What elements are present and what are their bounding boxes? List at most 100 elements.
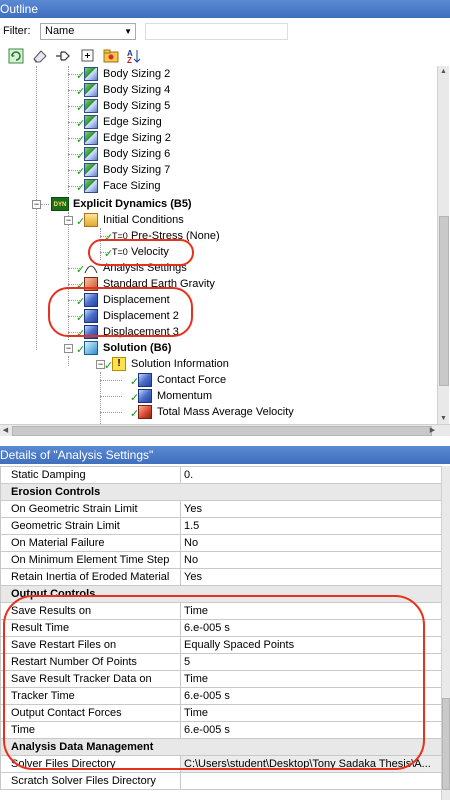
probe-icon	[138, 373, 152, 387]
scroll-left-icon[interactable]: ◀	[0, 425, 11, 436]
grid-row[interactable]: Geometric Strain Limit 1.5	[0, 517, 441, 535]
solution-information-icon: !	[112, 357, 126, 371]
property-label: On Geometric Strain Limit	[0, 500, 181, 518]
property-label: Save Result Tracker Data on	[0, 670, 181, 688]
property-value[interactable]: No	[180, 551, 441, 569]
grid-row[interactable]: On Minimum Element Time Step No	[0, 551, 441, 569]
grid-row[interactable]: Save Result Tracker Data on Time	[0, 670, 441, 688]
grid-row[interactable]: Scratch Solver Files Directory	[0, 772, 441, 790]
grid-row[interactable]: Result Time 6.e-005 s	[0, 619, 441, 637]
property-value[interactable]: 1.5	[180, 517, 441, 535]
grid-row[interactable]: Tracker Time 6.e-005 s	[0, 687, 441, 705]
property-value[interactable]: C:\Users\student\Desktop\Tony Sadaka The…	[180, 755, 441, 773]
scroll-right-icon[interactable]: ▶	[427, 425, 438, 436]
property-value[interactable]: Yes	[180, 500, 441, 518]
tree-guide-line	[68, 356, 69, 366]
grid-row[interactable]: Solver Files Directory C:\Users\student\D…	[0, 755, 441, 773]
grid-row[interactable]: Retain Inertia of Eroded Material Yes	[0, 568, 441, 586]
filter-search-input[interactable]	[145, 23, 288, 40]
property-label: Tracker Time	[0, 687, 181, 705]
tree-link-icon[interactable]	[55, 48, 71, 64]
check-icon: ✓	[76, 182, 86, 194]
outline-horizontal-scrollbar[interactable]: ◀ ▶	[0, 424, 450, 436]
velocity-icon: T=0	[112, 247, 128, 257]
tree-item-label: Initial Conditions	[103, 214, 184, 226]
property-value[interactable]: Time	[180, 602, 441, 620]
displacement-icon	[84, 309, 98, 323]
check-icon: ✓	[130, 408, 140, 420]
property-value[interactable]: 6.e-005 s	[180, 619, 441, 637]
property-label: Save Restart Files on	[0, 636, 181, 654]
property-label: Geometric Strain Limit	[0, 517, 181, 535]
body-sizing-icon	[84, 99, 98, 113]
grid-row[interactable]: Static Damping 0.	[0, 466, 441, 484]
tree-item-label: Body Sizing 7	[103, 164, 171, 176]
property-value[interactable]: 0.	[180, 466, 441, 484]
scroll-up-icon[interactable]: ▲	[438, 66, 449, 77]
grid-section-header[interactable]: Output Controls	[0, 585, 441, 603]
probe-icon	[138, 389, 152, 403]
tree-guide-line	[68, 66, 69, 194]
property-value[interactable]: 5	[180, 653, 441, 671]
property-value[interactable]: No	[180, 534, 441, 552]
expand-all-icon[interactable]	[80, 48, 96, 64]
outline-vertical-scrollbar[interactable]: ▲ ▼	[437, 66, 449, 424]
property-value[interactable]: Yes	[180, 568, 441, 586]
svg-text:Z: Z	[127, 56, 132, 64]
property-label: Retain Inertia of Eroded Material	[0, 568, 181, 586]
dyn-icon: DYN	[51, 197, 69, 211]
collapse-icon[interactable]: −	[64, 344, 73, 353]
tree-item-label: Standard Earth Gravity	[103, 278, 215, 290]
filter-dropdown-value: Name	[45, 25, 75, 37]
filter-label: Filter:	[3, 25, 31, 37]
grid-row[interactable]: Restart Number Of Points 5	[0, 653, 441, 671]
tree-item-label: Solution (B6)	[103, 342, 172, 354]
check-icon: ✓	[76, 166, 86, 178]
collapse-icon[interactable]: −	[32, 200, 41, 209]
tree-item-label: Pre-Stress (None)	[131, 230, 220, 242]
grid-section-header[interactable]: Analysis Data Management	[0, 738, 441, 756]
grid-row[interactable]: On Material Failure No	[0, 534, 441, 552]
grid-section-header[interactable]: Erosion Controls	[0, 483, 441, 501]
body-sizing-icon	[84, 67, 98, 81]
outline-tree: ✓ Body Sizing 2 ✓ Body Sizing 4 ✓ Body S…	[0, 66, 437, 424]
scroll-down-icon[interactable]: ▼	[438, 413, 449, 424]
details-title: Details of "Analysis Settings"	[0, 448, 154, 462]
property-value[interactable]: Time	[180, 704, 441, 722]
check-icon: ✓	[76, 86, 86, 98]
check-icon: ✓	[104, 360, 114, 372]
grid-row[interactable]: Output Contact Forces Time	[0, 704, 441, 722]
gravity-icon	[84, 277, 98, 291]
tree-item-label: Edge Sizing	[103, 116, 162, 128]
probe-icon	[138, 405, 152, 419]
scroll-thumb[interactable]	[12, 426, 432, 436]
details-vertical-scrollbar[interactable]	[441, 466, 450, 800]
sort-az-icon[interactable]: AZ	[126, 48, 142, 65]
filter-dropdown[interactable]: Name ▼	[40, 23, 136, 40]
property-value[interactable]: Time	[180, 670, 441, 688]
grid-row[interactable]: Time 6.e-005 s	[0, 721, 441, 739]
scroll-thumb[interactable]	[439, 216, 449, 386]
grid-row[interactable]: On Geometric Strain Limit Yes	[0, 500, 441, 518]
collapse-icon[interactable]: −	[64, 216, 73, 225]
tree-item-label: Body Sizing 2	[103, 68, 171, 80]
tree-item-label: Explicit Dynamics (B5)	[73, 198, 192, 210]
tree-branch-line	[100, 380, 122, 381]
tree-guide-line	[68, 212, 69, 340]
edge-sizing-icon	[84, 131, 98, 145]
property-value[interactable]: Equally Spaced Points	[180, 636, 441, 654]
property-value[interactable]: 6.e-005 s	[180, 721, 441, 739]
check-icon: ✓	[76, 150, 86, 162]
section-label: Erosion Controls	[0, 483, 441, 501]
refresh-icon[interactable]	[8, 48, 24, 64]
scroll-thumb[interactable]	[442, 698, 450, 790]
property-value[interactable]	[180, 772, 441, 790]
eraser-icon[interactable]	[32, 48, 48, 64]
section-label: Output Controls	[0, 585, 441, 603]
outline-toolbar: AZ	[0, 46, 450, 66]
folder-tree-icon[interactable]	[103, 48, 119, 64]
grid-row[interactable]: Save Results on Time	[0, 602, 441, 620]
grid-row[interactable]: Save Restart Files on Equally Spaced Poin…	[0, 636, 441, 654]
property-value[interactable]: 6.e-005 s	[180, 687, 441, 705]
tree-guide-line	[100, 228, 101, 260]
